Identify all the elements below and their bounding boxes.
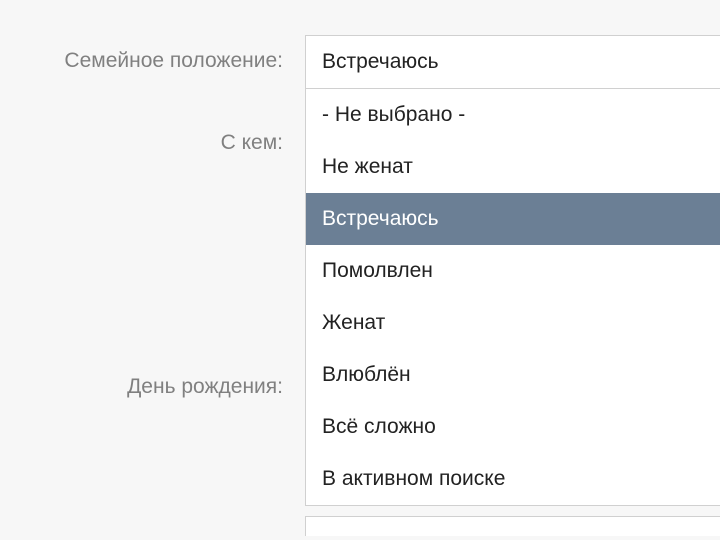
profile-edit-form: Семейное положение: С кем: День рождения… xyxy=(0,0,720,35)
option-single[interactable]: Не женат xyxy=(306,141,720,193)
option-searching[interactable]: В активном поиске xyxy=(306,453,720,505)
option-not-selected[interactable]: - Не выбрано - xyxy=(306,89,720,141)
marital-status-selected-value: Встречаюсь xyxy=(322,50,439,73)
with-whom-label: С кем: xyxy=(221,131,283,155)
option-married[interactable]: Женат xyxy=(306,297,720,349)
next-field-input[interactable] xyxy=(305,516,720,536)
marital-status-select[interactable]: Встречаюсь xyxy=(305,35,720,89)
option-inlove[interactable]: Влюблён xyxy=(306,349,720,401)
option-complicated[interactable]: Всё сложно xyxy=(306,401,720,453)
fields-column: Встречаюсь - Не выбрано - Не женат Встре… xyxy=(305,35,720,536)
marital-status-label: Семейное положение: xyxy=(64,49,283,73)
birthday-label: День рождения: xyxy=(127,375,283,399)
marital-status-dropdown[interactable]: - Не выбрано - Не женат Встречаюсь Помол… xyxy=(305,89,720,506)
option-dating[interactable]: Встречаюсь xyxy=(306,193,720,245)
option-engaged[interactable]: Помолвлен xyxy=(306,245,720,297)
